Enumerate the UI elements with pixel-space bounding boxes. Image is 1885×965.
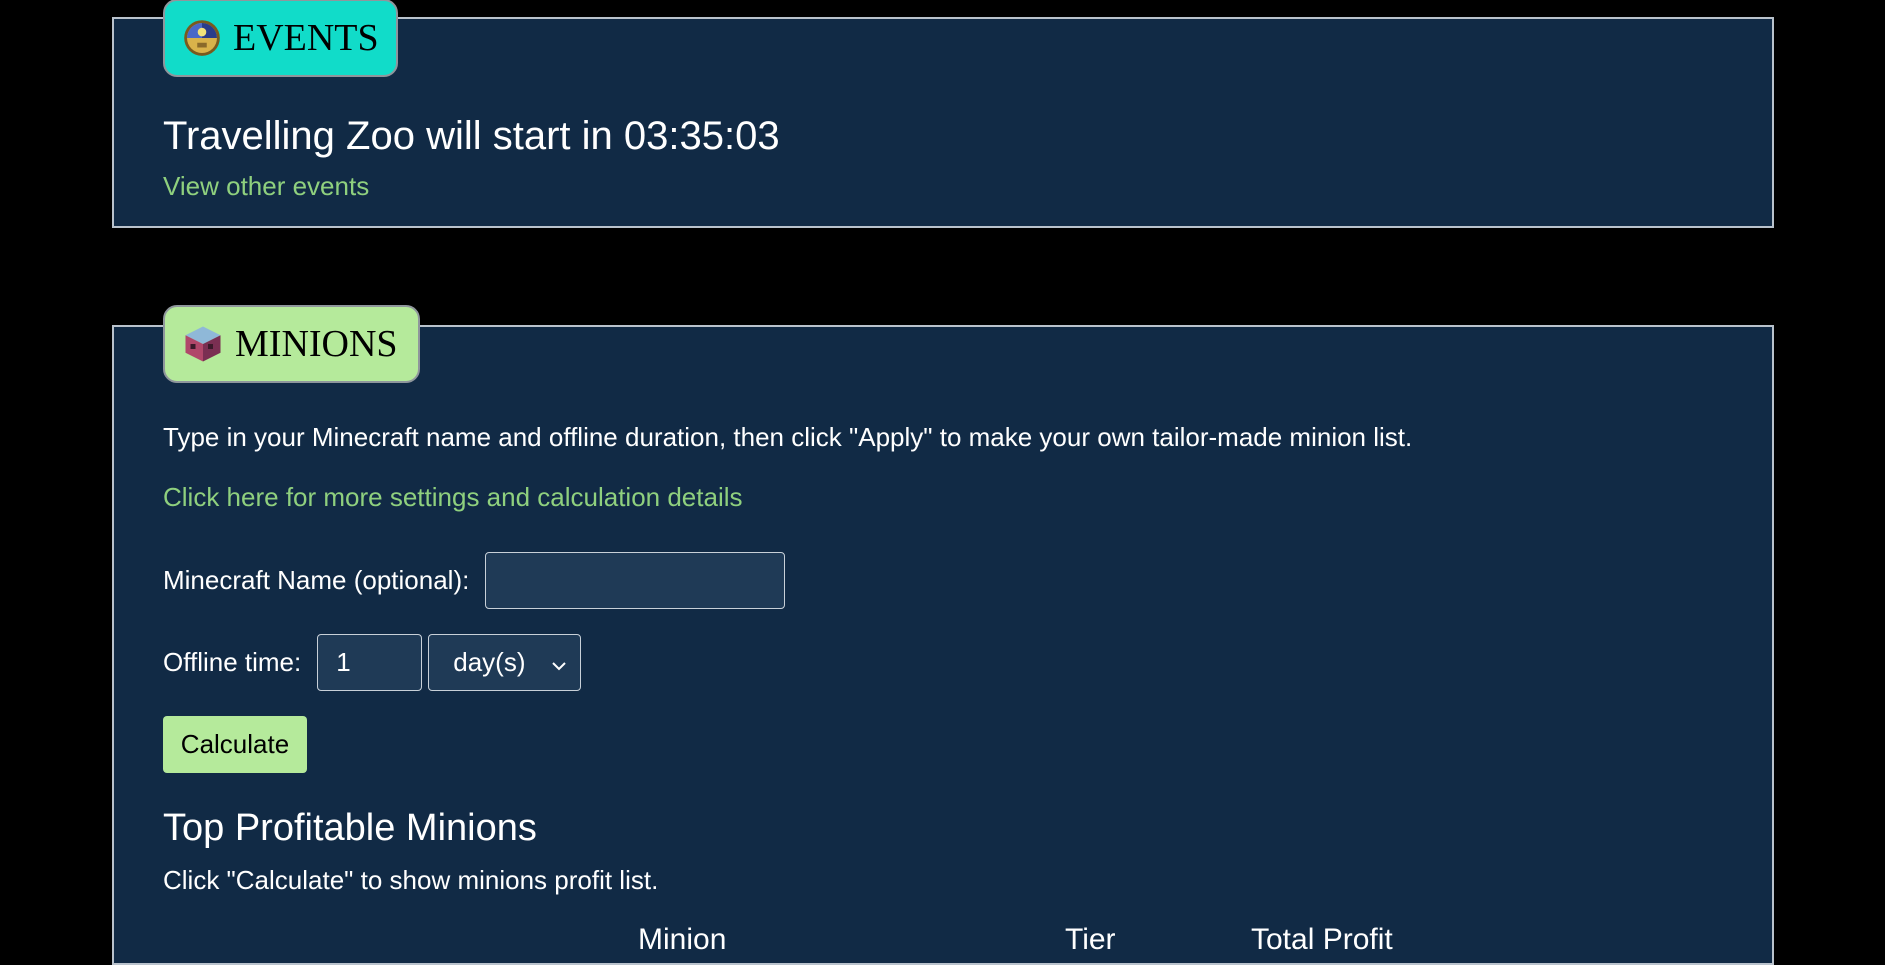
chevron-down-icon bbox=[552, 647, 566, 678]
minion-block-icon bbox=[183, 324, 223, 364]
minecraft-name-row: Minecraft Name (optional): bbox=[163, 552, 786, 609]
offline-time-input[interactable]: 1 bbox=[317, 634, 423, 691]
minions-intro-text: Type in your Minecraft name and offline … bbox=[163, 422, 1413, 452]
event-countdown: Travelling Zoo will start in 03:35:03 bbox=[163, 114, 780, 158]
calculate-button[interactable]: Calculate bbox=[163, 716, 307, 773]
minecraft-name-input[interactable] bbox=[485, 552, 786, 609]
events-panel: EVENTS Travelling Zoo will start in 03:3… bbox=[112, 0, 1774, 228]
minecraft-name-label: Minecraft Name (optional): bbox=[163, 565, 470, 595]
offline-time-row: Offline time: 1 day(s) bbox=[163, 634, 582, 691]
column-header-minion[interactable]: Minion bbox=[638, 923, 726, 957]
offline-time-label: Offline time: bbox=[163, 647, 302, 677]
minions-tab-label: MINIONS bbox=[235, 323, 398, 365]
top-minions-hint: Click "Calculate" to show minions profit… bbox=[163, 865, 659, 895]
clock-icon bbox=[183, 18, 221, 58]
column-header-tier[interactable]: Tier bbox=[1065, 923, 1116, 957]
minions-panel: MINIONS Type in your Minecraft name and … bbox=[112, 305, 1774, 965]
offline-unit-select[interactable]: day(s) bbox=[428, 634, 582, 691]
events-tab-label: EVENTS bbox=[233, 17, 379, 59]
column-header-total-profit[interactable]: Total Profit bbox=[1251, 923, 1393, 957]
view-other-events-link[interactable]: View other events bbox=[163, 171, 369, 202]
events-tab: EVENTS bbox=[163, 0, 398, 77]
top-minions-title: Top Profitable Minions bbox=[163, 807, 537, 849]
offline-unit-value: day(s) bbox=[453, 647, 526, 677]
settings-details-link[interactable]: Click here for more settings and calcula… bbox=[163, 482, 743, 513]
minions-tab: MINIONS bbox=[163, 305, 420, 383]
